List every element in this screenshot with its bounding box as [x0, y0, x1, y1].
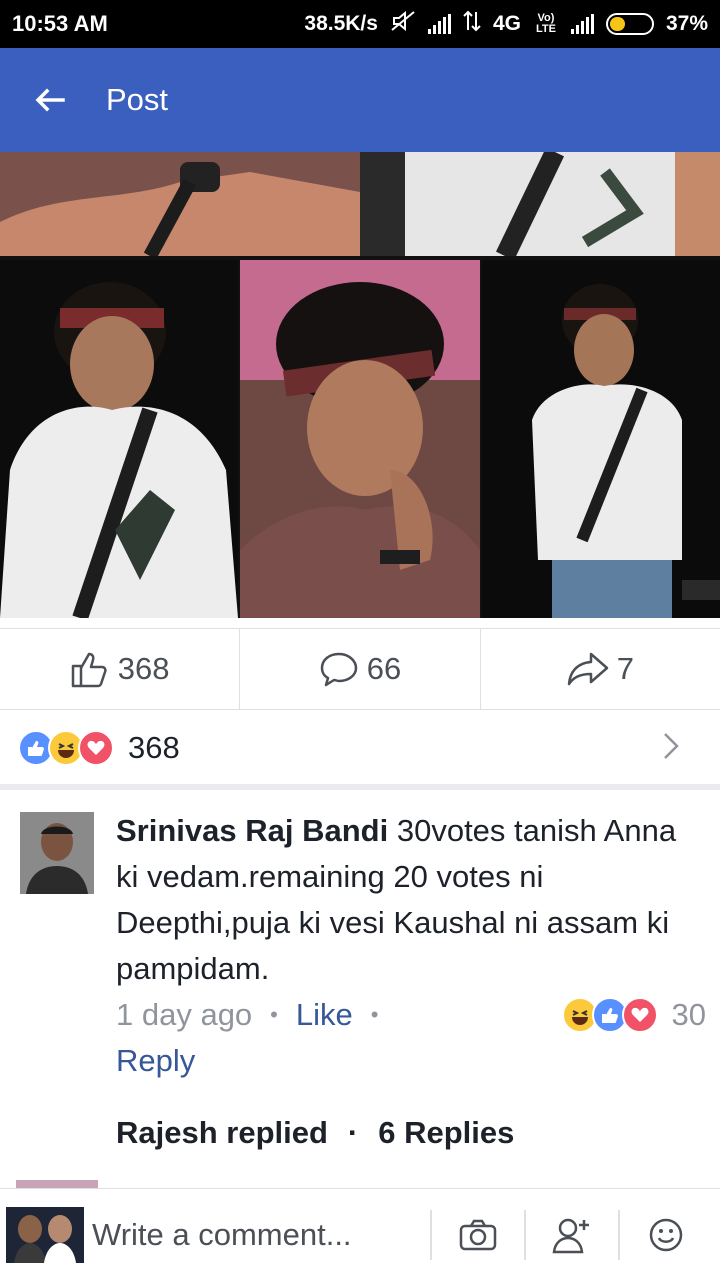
- share-button[interactable]: 7: [481, 629, 720, 709]
- chevron-right-icon[interactable]: [662, 731, 680, 766]
- next-comment-avatar-peek: [16, 1180, 98, 1188]
- like-button[interactable]: 368: [0, 629, 241, 709]
- data-arrows-icon: [463, 10, 481, 38]
- status-time: 10:53 AM: [12, 11, 108, 36]
- signal-icon-2: [570, 14, 594, 34]
- commenter-avatar[interactable]: [20, 812, 94, 894]
- comment-text-block: Srinivas Raj Bandi 30votes tanish Anna k…: [116, 808, 702, 992]
- my-avatar: [6, 1206, 84, 1263]
- arrow-left-icon: [35, 88, 65, 112]
- share-count: 7: [616, 651, 634, 686]
- replies-separator: ·: [347, 1115, 359, 1150]
- replies-count: 6 Replies: [378, 1115, 515, 1150]
- smiley-icon: [649, 1218, 683, 1251]
- sticker-button[interactable]: [620, 1189, 712, 1280]
- status-bar: 10:53 AM 38.5K/s 4G Vo) LTE 37%: [0, 0, 720, 48]
- photo-man-bandana-right[interactable]: [482, 260, 720, 618]
- photo-man-thinking[interactable]: [240, 260, 480, 618]
- camera-button[interactable]: [432, 1189, 524, 1280]
- love-reaction-icon: [78, 730, 114, 766]
- photo-dark-strip[interactable]: [360, 152, 405, 256]
- network-speed: 38.5K/s: [304, 12, 378, 35]
- comment-reactions[interactable]: 30: [561, 997, 706, 1033]
- battery-percent: 37%: [665, 12, 708, 35]
- reaction-icons: [18, 730, 114, 766]
- camera-icon: [459, 1219, 497, 1250]
- reactions-summary[interactable]: 368: [0, 712, 720, 790]
- comment-item: Srinivas Raj Bandi 30votes tanish Anna k…: [0, 808, 720, 1188]
- back-button[interactable]: [0, 48, 100, 152]
- comment-meta: 1 day ago • Like • 30: [116, 992, 706, 1038]
- comment-input[interactable]: Write a comment...: [92, 1217, 430, 1253]
- photo-crossed-arms[interactable]: [0, 152, 360, 256]
- comment-count: 66: [366, 651, 402, 686]
- write-comment-bar: Write a comment...: [0, 1188, 720, 1280]
- comment-like-link[interactable]: Like: [296, 997, 353, 1033]
- meta-separator-2: •: [370, 1002, 379, 1027]
- like-count: 368: [117, 651, 170, 686]
- network-type: 4G: [492, 12, 521, 35]
- status-indicators: 38.5K/s 4G Vo) LTE 37%: [304, 10, 708, 38]
- signal-icon: [427, 14, 451, 34]
- battery-icon: [605, 13, 654, 35]
- replies-author: Rajesh replied: [116, 1115, 328, 1150]
- photo-white-tee[interactable]: [405, 152, 720, 256]
- app-bar: Post: [0, 48, 720, 152]
- volte-icon: Vo) LTE: [535, 12, 556, 35]
- comment-icon: [320, 652, 357, 687]
- tag-friend-button[interactable]: [526, 1189, 618, 1280]
- add-person-icon: [552, 1218, 589, 1253]
- post-actions: 368 66 7: [0, 628, 720, 710]
- view-replies[interactable]: Rajesh replied · 6 Replies: [116, 1110, 514, 1156]
- comment-reply-link[interactable]: Reply: [116, 1038, 195, 1084]
- comment-author[interactable]: Srinivas Raj Bandi: [116, 813, 388, 848]
- mute-icon: [390, 10, 416, 38]
- share-icon: [567, 652, 608, 686]
- meta-separator: •: [270, 1002, 278, 1027]
- comment-time: 1 day ago: [116, 997, 253, 1032]
- reaction-count: 368: [128, 730, 180, 765]
- love-reaction-icon: [621, 997, 658, 1033]
- comment-reaction-count: 30: [671, 997, 706, 1032]
- thumbs-up-icon: [71, 652, 107, 688]
- page-title: Post: [106, 82, 169, 117]
- photo-man-bandana-left[interactable]: [0, 260, 238, 618]
- comment-button[interactable]: 66: [240, 629, 481, 709]
- photo-collage[interactable]: [0, 152, 720, 618]
